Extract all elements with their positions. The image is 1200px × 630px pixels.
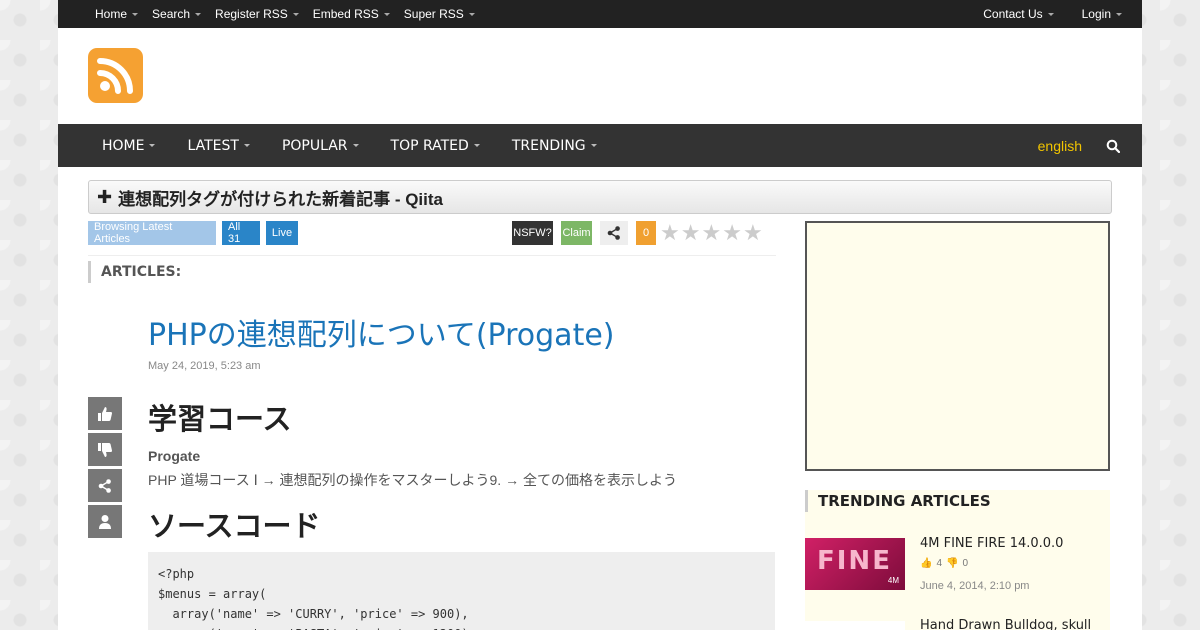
top-bar-left: Home Search Register RSS Embed RSS Super… [95, 7, 489, 21]
top-menu-label: Super RSS [403, 7, 464, 21]
trending-thumbnail[interactable] [805, 621, 905, 630]
star-icon[interactable]: ★ [701, 222, 721, 244]
post-date: May 24, 2019, 5:23 am [148, 360, 261, 372]
course-text: PHP 道場コース Ⅰ → 連想配列の操作をマスターしよう9. → 全ての価格を… [148, 472, 677, 488]
chevron-down-icon [468, 12, 475, 16]
post-actions [88, 397, 122, 541]
trending-thumbnail[interactable]: FINE 4M [805, 538, 905, 590]
search-icon[interactable] [1106, 139, 1120, 153]
top-menu-contact-us[interactable]: Contact Us [983, 7, 1054, 21]
nav-label: TRENDING [511, 137, 586, 154]
dislike-button[interactable] [88, 433, 122, 466]
trending-item-votes: 👍 4 👎 0 [920, 558, 972, 569]
course-label: Progate [148, 448, 201, 464]
nav-label: TOP RATED [390, 137, 469, 154]
chevron-down-icon [132, 12, 139, 16]
star-icon[interactable]: ★ [681, 222, 701, 244]
nav-trending[interactable]: TRENDING [512, 138, 597, 154]
language-selector[interactable]: english [1038, 138, 1082, 154]
star-icon[interactable]: ★ [722, 222, 742, 244]
trending-heading: TRENDING ARTICLES [805, 490, 991, 512]
nav-popular[interactable]: POPULAR [282, 138, 359, 154]
chevron-down-icon [1116, 12, 1122, 16]
share-post-button[interactable] [88, 469, 122, 502]
all-count-badge[interactable]: All 31 [222, 221, 260, 245]
like-button[interactable] [88, 397, 122, 430]
top-menu-label: Search [152, 7, 191, 21]
thumbs-up-icon: 👍 [920, 558, 933, 569]
author-button[interactable] [88, 505, 122, 538]
feed-title-bar: ✚ 連想配列タグが付けられた新着記事 - Qiita [88, 180, 1112, 214]
top-bar-right: Contact Us Login [955, 7, 1122, 21]
code-block: <?php $menus = array( array('name' => 'C… [148, 552, 775, 630]
star-rating[interactable]: ★ ★ ★ ★ ★ [660, 222, 764, 244]
main-nav: HOME LATEST POPULAR TOP RATED TRENDING e… [58, 124, 1142, 167]
plus-icon[interactable]: ✚ [97, 187, 112, 208]
top-bar: Home Search Register RSS Embed RSS Super… [58, 0, 1142, 28]
star-icon[interactable]: ★ [743, 222, 763, 244]
top-menu-label: Contact Us [983, 7, 1043, 21]
chevron-down-icon [195, 12, 202, 16]
live-badge[interactable]: Live [266, 221, 298, 245]
top-menu-label: Register RSS [215, 7, 288, 21]
top-menu-embed-rss[interactable]: Embed RSS [313, 7, 390, 21]
top-menu-label: Login [1081, 7, 1111, 21]
dislike-count: 0 [962, 558, 969, 569]
top-menu-search[interactable]: Search [152, 7, 202, 21]
rss-logo[interactable] [88, 48, 143, 103]
chevron-down-icon [149, 144, 156, 147]
chevron-down-icon [292, 12, 299, 16]
chevron-down-icon [473, 144, 480, 147]
rss-icon [97, 58, 133, 94]
page: Home Search Register RSS Embed RSS Super… [58, 0, 1142, 630]
trending-item-title[interactable]: Hand Drawn Bulldog, skull [920, 618, 1091, 630]
share-icon [98, 478, 111, 493]
thumbnail-subtext: 4M [887, 576, 899, 585]
top-menu-label: Embed RSS [312, 7, 379, 21]
nav-top-rated[interactable]: TOP RATED [391, 138, 480, 154]
post-title-link[interactable]: PHPの連想配列について(Progate) [148, 310, 615, 354]
nsfw-badge[interactable]: NSFW? [512, 221, 553, 245]
divider [88, 255, 776, 256]
like-count: 4 [936, 558, 943, 569]
thumbs-down-icon [98, 442, 112, 457]
nav-home[interactable]: HOME [102, 137, 156, 154]
user-icon [99, 514, 111, 529]
nav-label: POPULAR [281, 137, 348, 154]
top-menu-label: Home [95, 7, 128, 21]
chevron-down-icon [1047, 12, 1054, 16]
vote-count-badge: 0 [636, 221, 656, 245]
section-heading-course: 学習コース [148, 402, 292, 436]
chevron-down-icon [352, 144, 359, 147]
feed-title: 連想配列タグが付けられた新着記事 - Qiita [118, 189, 443, 209]
chevron-down-icon [383, 12, 390, 16]
trending-item-date: June 4, 2014, 2:10 pm [920, 580, 1030, 592]
star-icon[interactable]: ★ [660, 222, 680, 244]
thumbnail-text: FINE [817, 546, 892, 576]
top-menu-home[interactable]: Home [95, 7, 139, 21]
claim-badge[interactable]: Claim [561, 221, 592, 245]
articles-heading: ARTICLES: [88, 261, 181, 283]
chevron-down-icon [590, 144, 597, 147]
thumbs-up-icon [98, 406, 112, 421]
feed-toolbar: Browsing Latest Articles All 31 Live NSF… [88, 221, 776, 245]
share-icon [607, 226, 620, 240]
nav-label: LATEST [187, 137, 239, 154]
chevron-down-icon [243, 144, 250, 147]
share-button[interactable] [600, 221, 628, 245]
top-menu-register-rss[interactable]: Register RSS [215, 7, 299, 21]
site-header [58, 28, 1142, 124]
trending-item-title[interactable]: 4M FINE FIRE 14.0.0.0 [920, 536, 1063, 551]
nav-latest[interactable]: LATEST [187, 137, 250, 154]
thumbs-down-icon: 👎 [946, 558, 959, 569]
ad-placeholder [805, 221, 1110, 471]
nav-label: HOME [102, 137, 145, 154]
section-heading-source: ソースコード [148, 509, 321, 543]
top-menu-super-rss[interactable]: Super RSS [404, 7, 475, 21]
top-menu-login[interactable]: Login [1082, 7, 1122, 21]
browsing-latest-badge[interactable]: Browsing Latest Articles [88, 221, 216, 245]
